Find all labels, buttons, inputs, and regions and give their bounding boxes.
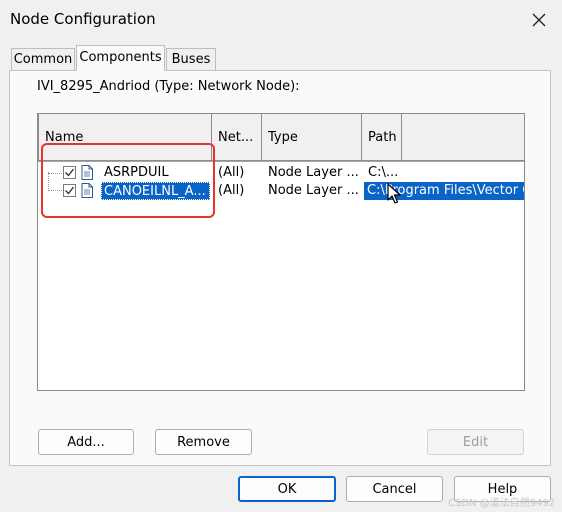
- row-net: (All): [218, 183, 245, 198]
- tab-components[interactable]: Components: [76, 45, 165, 71]
- edit-button[interactable]: Edit: [427, 429, 524, 455]
- tab-buses[interactable]: Buses: [166, 48, 216, 70]
- row-path: C:\...: [368, 165, 399, 180]
- close-icon: [532, 13, 546, 27]
- watermark: CSDN @道法自然9492: [448, 498, 556, 509]
- mouse-cursor-icon: [387, 183, 401, 204]
- remove-button[interactable]: Remove: [155, 429, 252, 455]
- highlight-annotation: [41, 143, 215, 218]
- ok-button[interactable]: OK: [238, 476, 336, 502]
- row-type: Node Layer ...: [268, 165, 359, 180]
- window-title: Node Configuration: [10, 10, 156, 28]
- cancel-button[interactable]: Cancel: [346, 476, 443, 502]
- components-tab-panel: IVI_8295_Andriod (Type: Network Node): N…: [9, 70, 551, 466]
- column-header-empty: [401, 114, 525, 161]
- row-net: (All): [218, 165, 245, 180]
- close-button[interactable]: [520, 4, 558, 36]
- column-header-path[interactable]: Path: [361, 114, 402, 161]
- tab-common[interactable]: Common: [11, 48, 75, 70]
- column-header-net[interactable]: Net...: [211, 114, 262, 161]
- column-header-type[interactable]: Type: [261, 114, 362, 161]
- title-bar: Node Configuration: [0, 0, 562, 40]
- add-button[interactable]: Add...: [38, 429, 134, 455]
- row-type: Node Layer ...: [268, 183, 359, 198]
- node-title: IVI_8295_Andriod (Type: Network Node):: [37, 79, 300, 94]
